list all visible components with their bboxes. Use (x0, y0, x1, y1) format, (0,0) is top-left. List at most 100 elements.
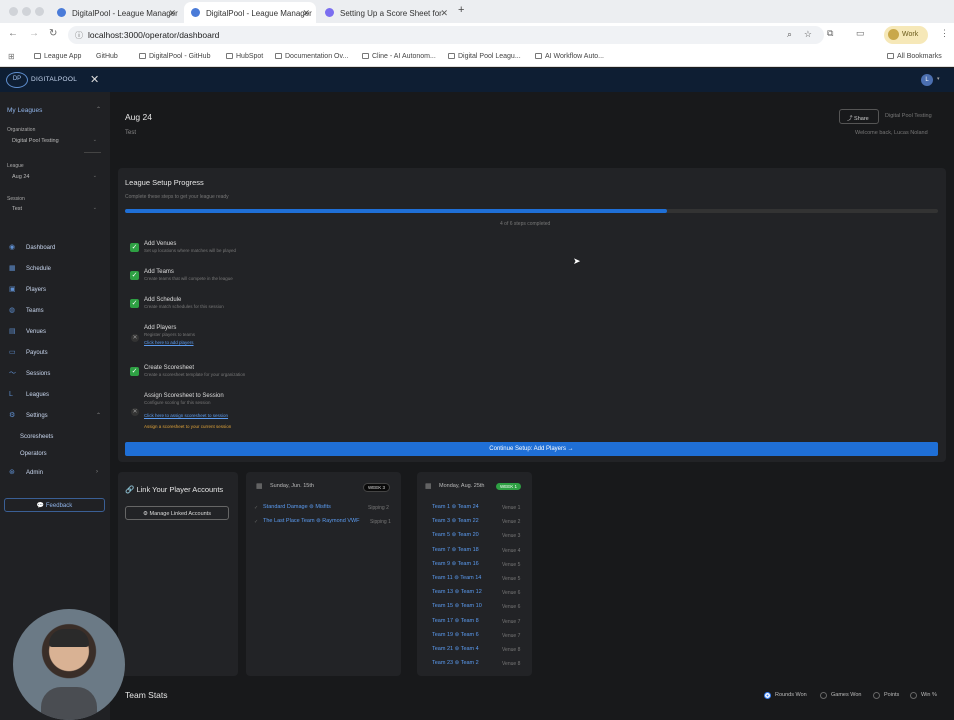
sidebar-item-dashboard[interactable]: ◉ Dashboard (7, 243, 55, 257)
match-row[interactable]: Team 13 ⊚ Team 12 (432, 589, 482, 595)
match-venue: Sipping 2 (368, 505, 389, 511)
gear-favicon-icon (325, 8, 334, 17)
add-players-link[interactable]: Click here to add players (144, 340, 194, 345)
org-select[interactable]: Digital Pool Testing ⌄ (7, 134, 99, 146)
admin-icon: ⊛ (9, 469, 15, 476)
chevron-down-icon[interactable]: ▾ (937, 76, 940, 82)
bookmark-item[interactable]: Cline - AI Autonom... (362, 53, 436, 60)
radio-points[interactable]: Points (873, 692, 899, 699)
back-icon[interactable]: ← (8, 28, 18, 39)
match-row[interactable]: Team 19 ⊚ Team 6 (432, 632, 479, 638)
share-button[interactable]: ⤴ Share (839, 109, 879, 124)
sidebar-item-schedule[interactable]: ▦ Schedule (7, 264, 51, 278)
bookmark-item[interactable]: League App (34, 53, 81, 60)
divider (84, 152, 101, 153)
match-row[interactable]: Team 15 ⊚ Team 10 (432, 603, 482, 609)
bookmark-item[interactable]: Documentation Ov... (275, 53, 348, 60)
bookmark-item[interactable]: HubSpot (226, 53, 263, 60)
continue-setup-button[interactable]: Continue Setup: Add Players → (125, 442, 938, 456)
match-row[interactable]: Team 7 ⊚ Team 18 (432, 547, 479, 553)
versus-icon: ⊚ (454, 603, 460, 610)
chevron-icon: ⌄ (92, 173, 97, 179)
extensions-icon[interactable]: ⧉ (827, 28, 833, 39)
browser-tab-1[interactable]: DigitalPool - League Manager ✕ (50, 2, 182, 23)
apps-grid-icon[interactable]: ⊞ (8, 52, 15, 61)
step-desc: Set up locations where matches will be p… (144, 248, 237, 253)
close-sidebar-icon[interactable]: ✕ (90, 73, 99, 86)
check-icon: ✓ (254, 505, 259, 511)
match-venue: Venue 7 (502, 618, 521, 625)
progress-subtitle: Complete these steps to get your league … (125, 194, 229, 200)
minimize-window-dot[interactable] (22, 7, 31, 16)
bookmark-item[interactable]: DigitalPool - GitHub (139, 53, 210, 60)
all-bookmarks[interactable]: All Bookmarks (887, 53, 942, 60)
close-tab-icon[interactable]: ✕ (302, 8, 310, 19)
sidebar-item-label: Sessions (26, 371, 51, 377)
check-icon: ✓ (130, 243, 139, 252)
sidebar-item-sessions[interactable]: 〜 Sessions (7, 369, 50, 383)
sidebar-item-settings[interactable]: ⚙ Settings ⌃ (7, 411, 101, 425)
feedback-button[interactable]: 💬 Feedback (4, 498, 105, 512)
avatar[interactable]: L (921, 74, 933, 86)
radio-win-pct[interactable]: Win % (910, 692, 937, 699)
browser-tab-3[interactable]: Setting Up a Score Sheet for ✕ (318, 2, 454, 23)
close-tab-icon[interactable]: ✕ (168, 8, 176, 19)
new-tab-button[interactable]: + (458, 4, 464, 16)
progress-track (125, 209, 938, 213)
match-row[interactable]: Standard Damage ⊚ Misfits (263, 504, 331, 510)
league-value: Aug 24 (12, 174, 30, 180)
sidebar-item-admin[interactable]: ⊛ Admin › (7, 468, 98, 482)
sidebar-item-teams[interactable]: ◍ Teams (7, 306, 44, 320)
bookmark-item[interactable]: Digital Pool Leagu... (448, 53, 521, 60)
assign-scoresheet-link[interactable]: Click here to assign scoresheet to sessi… (144, 413, 228, 418)
sidebar-item-label: Payouts (26, 350, 48, 356)
step-desc: Register players to teams (144, 332, 196, 337)
sidepanel-icon[interactable]: ▭ (856, 28, 865, 39)
schedule-card-week3 (246, 472, 401, 676)
match-row[interactable]: Team 17 ⊚ Team 8 (432, 618, 479, 624)
site-info-icon[interactable]: ⓘ (75, 30, 83, 41)
sidebar-item-scoresheets[interactable]: Scoresheets (7, 432, 53, 446)
league-icon: L (9, 391, 13, 398)
sidebar-item-players[interactable]: ▣ Players (7, 285, 46, 299)
bookmark-star-icon[interactable]: ☆ (804, 29, 812, 40)
close-tab-icon[interactable]: ✕ (440, 8, 448, 19)
match-row[interactable]: Team 21 ⊚ Team 4 (432, 646, 479, 652)
bookmark-item[interactable]: GitHub (96, 53, 118, 60)
match-row[interactable]: Team 23 ⊚ Team 2 (432, 660, 479, 666)
zoom-search-icon[interactable]: ⌕ (787, 29, 792, 40)
sidebar-item-payouts[interactable]: ▭ Payouts (7, 348, 48, 362)
folder-icon (887, 53, 894, 59)
session-select[interactable]: Test ⌄ (7, 202, 99, 214)
forward-icon[interactable]: → (29, 28, 39, 39)
match-row[interactable]: Team 9 ⊚ Team 16 (432, 561, 479, 567)
step-desc: Create teams that will compete in the le… (144, 276, 233, 281)
week-badge: WEEK 1 (496, 483, 522, 490)
address-bar[interactable]: ⓘ localhost:3000/operator/dashboard ⌕ ☆ (68, 26, 824, 44)
zoom-window-dot[interactable] (35, 7, 44, 16)
match-row[interactable]: Team 1 ⊚ Team 24 (432, 504, 479, 510)
github-icon (139, 53, 146, 59)
settings-icon: ⚙ (143, 511, 148, 517)
browser-menu-icon[interactable]: ⋮ (940, 28, 949, 39)
reload-icon[interactable]: ↻ (49, 28, 57, 39)
radio-rounds-won[interactable]: Rounds Won (764, 692, 807, 699)
bookmark-item[interactable]: AI Workflow Auto... (535, 53, 604, 60)
close-window-dot[interactable] (9, 7, 18, 16)
sidebar-item-operators[interactable]: Operators (7, 449, 47, 463)
browser-tab-2[interactable]: DigitalPool - League Manager ✕ (184, 2, 316, 23)
org-value: Digital Pool Testing (12, 138, 59, 144)
league-select[interactable]: Aug 24 ⌄ (7, 170, 99, 182)
match-row[interactable]: Team 5 ⊚ Team 20 (432, 532, 479, 538)
match-row[interactable]: Team 11 ⊚ Team 14 (432, 575, 481, 581)
match-row[interactable]: Team 3 ⊚ Team 22 (432, 518, 479, 524)
building-icon: ▤ (9, 328, 16, 335)
app-logo-text: DIGITALPOOL (31, 76, 78, 83)
chevron-up-icon[interactable]: ⌃ (96, 106, 101, 113)
profile-chip[interactable]: Work (884, 26, 928, 44)
match-row[interactable]: The Last Place Team ⊚ Raymond VWF (263, 518, 360, 524)
manage-linked-accounts-button[interactable]: ⚙ Manage Linked Accounts (125, 506, 229, 520)
sidebar-item-leagues[interactable]: L Leagues (7, 390, 49, 404)
sidebar-item-venues[interactable]: ▤ Venues (7, 327, 46, 341)
radio-games-won[interactable]: Games Won (820, 692, 861, 699)
